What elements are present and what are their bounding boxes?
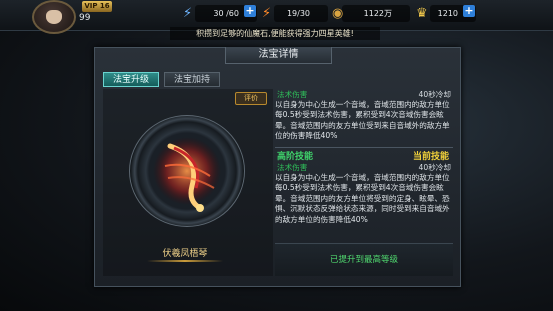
advanced-skill-head: 高阶技能 — [277, 152, 314, 162]
energy-value: 30 /60 — [213, 9, 239, 18]
panel-title: 法宝详情 — [225, 47, 332, 64]
current-skill-type: 法术伤害 — [277, 90, 308, 99]
gold-add-button[interactable]: + — [463, 5, 475, 17]
coin-value: 1122万 — [363, 9, 392, 18]
advanced-skill-cooldown: 40秒冷却 — [418, 163, 451, 172]
tab-treasure-blessing[interactable]: 法宝加持 — [164, 72, 220, 87]
player-avatar[interactable] — [32, 0, 76, 34]
name-underline — [147, 260, 223, 262]
skill-divider — [275, 147, 453, 148]
notice-banner: 积攒到足够的仙魔石,便能获得强力四星英雄! — [170, 27, 380, 40]
stamina-icon: ⚡ — [262, 6, 272, 21]
advanced-skill-description: 以自身为中心生成一个音域，音域范围内的敌方单位每0.5秒受到法术伤害，累积受到4… — [275, 173, 450, 224]
coin-counter: ◉ 1122万 — [332, 5, 410, 22]
rate-label: 评价 — [244, 94, 258, 102]
treasure-name: 伏羲凤梧琴 — [162, 249, 208, 259]
rate-button[interactable]: 评价 — [235, 92, 267, 105]
max-level-text: 已提升到最高等级 — [329, 255, 398, 265]
avatar-face — [46, 10, 62, 24]
energy-add-button[interactable]: + — [244, 5, 256, 17]
player-level: 99 — [79, 13, 91, 23]
treasure-detail-panel: 法宝详情 法宝升级 法宝加持 评价 伏羲凤梧琴 法术伤害 40秒冷却 以自身为中… — [94, 47, 461, 287]
current-skill-label: 当前技能 — [412, 152, 449, 162]
advanced-skill-type: 法术伤害 — [277, 163, 308, 172]
coin-icon: ◉ — [332, 6, 344, 21]
max-level-box: 已提升到最高等级 — [275, 243, 453, 276]
treasure-zither-icon[interactable] — [130, 116, 244, 226]
stamina-value: 19/30 — [286, 9, 310, 18]
stamina-counter: ⚡ 19/30 — [262, 5, 328, 22]
treasure-ring-frame — [129, 115, 245, 227]
gold-crown-icon: ♛ — [416, 6, 428, 21]
gold-value: 1210 — [437, 9, 458, 18]
current-skill-cooldown: 40秒冷却 — [418, 90, 451, 99]
energy-icon: ⚡ — [183, 6, 193, 21]
vip-badge: VIP 16 — [82, 1, 112, 12]
skill-info: 法术伤害 40秒冷却 以自身为中心生成一个音域，音域范围内的敌方单位每0.5秒受… — [275, 90, 455, 280]
tab-treasure-upgrade[interactable]: 法宝升级 — [103, 72, 159, 87]
current-skill-description: 以自身为中心生成一个音域，音域范围内的敌方单位每0.5秒受到法术伤害，累积受到4… — [275, 100, 450, 141]
